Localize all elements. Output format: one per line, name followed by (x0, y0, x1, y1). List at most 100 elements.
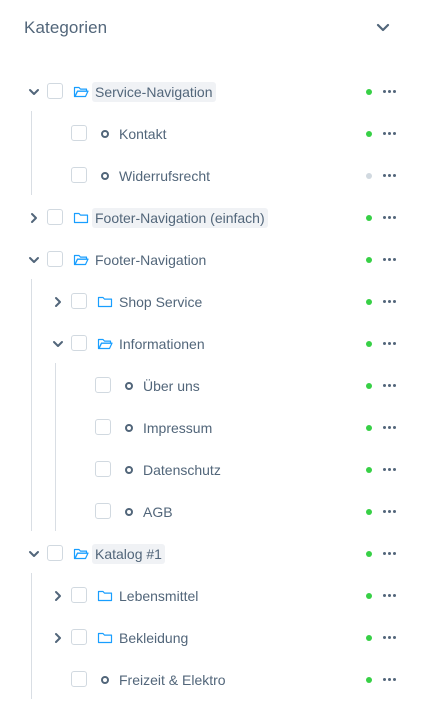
leaf-circle-icon (101, 130, 109, 138)
more-actions-icon[interactable] (383, 380, 397, 390)
tree-item-label[interactable]: Footer-Navigation (95, 250, 206, 270)
tree-row-katalog-1[interactable]: Katalog #1 (0, 533, 421, 575)
more-actions-icon[interactable] (383, 464, 397, 474)
more-actions-icon[interactable] (383, 86, 397, 96)
more-actions-icon[interactable] (383, 128, 397, 138)
tree-row-informationen[interactable]: Informationen (0, 323, 421, 365)
more-dot (388, 216, 391, 219)
select-checkbox[interactable] (71, 335, 87, 351)
tree-row-impressum[interactable]: Impressum (0, 407, 421, 449)
tree-item-label[interactable]: Informationen (119, 334, 205, 354)
select-checkbox[interactable] (71, 293, 87, 309)
select-checkbox[interactable] (95, 503, 111, 519)
select-checkbox[interactable] (47, 251, 63, 267)
folder-open-icon (73, 252, 89, 268)
leaf-circle-icon (125, 466, 133, 474)
status-dot (366, 383, 372, 389)
panel-title: Kategorien (24, 18, 108, 37)
status-dot (366, 131, 372, 137)
more-dot (393, 132, 396, 135)
status-dot (366, 215, 372, 221)
tree-row-bekleidung[interactable]: Bekleidung (0, 617, 421, 659)
more-dot (388, 258, 391, 261)
tree-item-label[interactable]: Impressum (143, 418, 212, 438)
select-checkbox[interactable] (95, 419, 111, 435)
status-dot (366, 677, 372, 683)
select-checkbox[interactable] (95, 461, 111, 477)
leaf-circle-icon (125, 382, 133, 390)
tree-item-label[interactable]: Lebensmittel (119, 586, 198, 606)
tree-row-agb[interactable]: AGB (0, 491, 421, 533)
more-actions-icon[interactable] (383, 674, 397, 684)
chevron-down-icon[interactable] (51, 337, 65, 351)
select-checkbox[interactable] (71, 587, 87, 603)
select-checkbox[interactable] (47, 83, 63, 99)
more-actions-icon[interactable] (383, 254, 397, 264)
tree-row-lebensmittel[interactable]: Lebensmittel (0, 575, 421, 617)
more-dot (393, 90, 396, 93)
chevron-right-icon[interactable] (27, 211, 41, 225)
tree-item-label[interactable]: AGB (143, 502, 173, 522)
status-dot (366, 89, 372, 95)
more-dot (383, 90, 386, 93)
more-dot (393, 258, 396, 261)
more-dot (388, 552, 391, 555)
select-checkbox[interactable] (47, 545, 63, 561)
tree-guide-line (31, 279, 32, 531)
more-dot (383, 552, 386, 555)
chevron-down-icon[interactable] (27, 253, 41, 267)
tree-item-label[interactable]: Service-Navigation (92, 82, 216, 102)
more-dot (383, 636, 386, 639)
chevron-right-icon[interactable] (51, 589, 65, 603)
tree-row-kontakt[interactable]: Kontakt (0, 113, 421, 155)
more-dot (388, 510, 391, 513)
more-actions-icon[interactable] (383, 170, 397, 180)
tree-row-footer-navigation[interactable]: Footer-Navigation (0, 239, 421, 281)
tree-item-label[interactable]: Über uns (143, 376, 200, 396)
tree-row-ueber-uns[interactable]: Über uns (0, 365, 421, 407)
tree-item-label[interactable]: Katalog #1 (92, 544, 165, 564)
more-actions-icon[interactable] (383, 338, 397, 348)
chevron-down-icon[interactable] (373, 18, 393, 38)
chevron-down-icon[interactable] (27, 85, 41, 99)
more-actions-icon[interactable] (383, 296, 397, 306)
more-actions-icon[interactable] (383, 506, 397, 516)
tree-item-label[interactable]: Footer-Navigation (einfach) (92, 208, 268, 228)
tree-guide-line (31, 111, 32, 195)
more-dot (383, 678, 386, 681)
select-checkbox[interactable] (95, 377, 111, 393)
tree-item-label[interactable]: Kontakt (119, 124, 166, 144)
tree-row-shop-service[interactable]: Shop Service (0, 281, 421, 323)
more-actions-icon[interactable] (383, 212, 397, 222)
more-actions-icon[interactable] (383, 548, 397, 558)
tree-row-service-navigation[interactable]: Service-Navigation (0, 71, 421, 113)
select-checkbox[interactable] (71, 671, 87, 687)
select-checkbox[interactable] (71, 125, 87, 141)
tree-row-widerrufsrecht[interactable]: Widerrufsrecht (0, 155, 421, 197)
status-dot (366, 467, 372, 473)
tree-item-label[interactable]: Shop Service (119, 292, 202, 312)
chevron-right-icon[interactable] (51, 295, 65, 309)
select-checkbox[interactable] (71, 629, 87, 645)
tree-item-label[interactable]: Bekleidung (119, 628, 188, 648)
select-checkbox[interactable] (47, 209, 63, 225)
select-checkbox[interactable] (71, 167, 87, 183)
chevron-right-icon[interactable] (51, 631, 65, 645)
tree-item-label[interactable]: Widerrufsrecht (119, 166, 210, 186)
more-actions-icon[interactable] (383, 590, 397, 600)
tree-row-freizeit-elektro[interactable]: Freizeit & Elektro (0, 659, 421, 701)
more-dot (383, 132, 386, 135)
status-dot (366, 341, 372, 347)
tree-row-footer-navigation-einfach[interactable]: Footer-Navigation (einfach) (0, 197, 421, 239)
more-dot (383, 174, 386, 177)
tree-row-datenschutz[interactable]: Datenschutz (0, 449, 421, 491)
more-actions-icon[interactable] (383, 422, 397, 432)
tree-item-label[interactable]: Freizeit & Elektro (119, 670, 226, 690)
chevron-down-icon[interactable] (27, 547, 41, 561)
more-dot (383, 258, 386, 261)
more-dot (388, 132, 391, 135)
leaf-circle-icon (125, 424, 133, 432)
more-dot (393, 384, 396, 387)
tree-item-label[interactable]: Datenschutz (143, 460, 221, 480)
more-actions-icon[interactable] (383, 632, 397, 642)
